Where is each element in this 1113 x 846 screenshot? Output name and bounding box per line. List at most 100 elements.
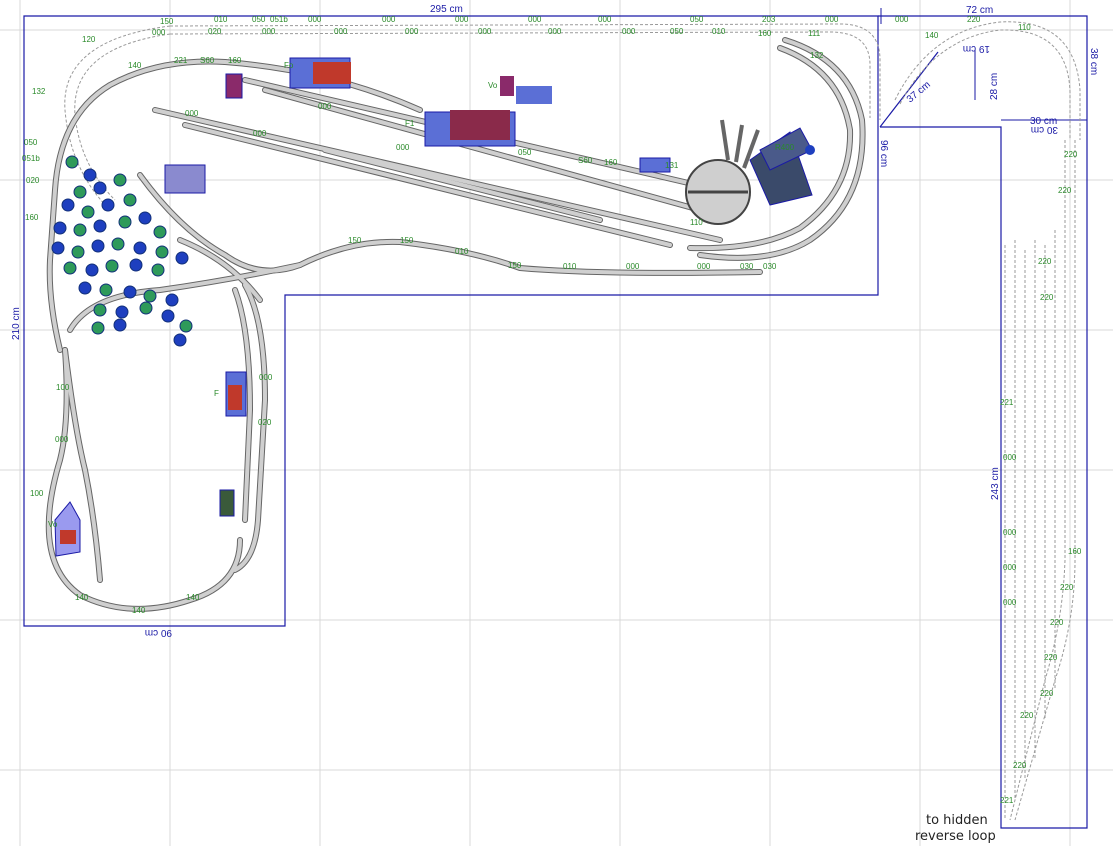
- roundhouse: [749, 127, 815, 206]
- tree-icon: [83, 168, 97, 182]
- dim-shelf-length: 243 cm: [990, 467, 1001, 500]
- track-code-label: 010: [712, 27, 726, 36]
- track-code-label: 050: [24, 138, 38, 147]
- track-code-label: 000: [1003, 453, 1017, 462]
- track-code-label: 220: [1064, 150, 1078, 159]
- tree-icon: [91, 321, 105, 335]
- track-code-label: 050: [518, 148, 532, 157]
- track-code-label: 000: [1003, 563, 1017, 572]
- dim-right-top-width: 72 cm: [966, 5, 993, 16]
- track-code-label: 150: [348, 236, 362, 245]
- tree-icon: [133, 241, 147, 255]
- track-code-label: 220: [1044, 653, 1058, 662]
- tree-icon: [138, 211, 152, 225]
- track-code-label: 132: [810, 51, 824, 60]
- dim-shelf-width-mirror: 30 cm: [1031, 124, 1058, 135]
- track-code-label: 000: [548, 27, 562, 36]
- tree-icon: [113, 173, 127, 187]
- track-code-label: 150: [400, 236, 414, 245]
- track-code-label: 000: [455, 15, 469, 24]
- track-code-label: 000: [259, 373, 273, 382]
- dim-left-height: 210 cm: [11, 307, 22, 340]
- track-code-label: 000: [895, 15, 909, 24]
- building-label: Vo: [48, 520, 58, 529]
- track-code-label: 160: [1068, 547, 1082, 556]
- track-code-label: 050: [690, 15, 704, 24]
- track-code-label: 220: [1038, 257, 1052, 266]
- turntable-label: R400: [775, 143, 795, 152]
- layout-canvas: 150 010 050 051b 000 000 000 000 000 050 203 000 000…: [0, 0, 1113, 846]
- track-code-label: 000: [622, 27, 636, 36]
- tree-icon: [71, 245, 85, 259]
- tree-icon: [81, 205, 95, 219]
- tree-icon: [101, 198, 115, 212]
- track-code-label: 160: [758, 29, 772, 38]
- track-code-label: 160: [25, 213, 39, 222]
- track-code-label: 000: [396, 143, 410, 152]
- tree-icon: [91, 239, 105, 253]
- track-code-label: S60: [578, 156, 593, 165]
- track-code-label: 020: [208, 27, 222, 36]
- track-code-label: 111: [808, 29, 821, 38]
- tree-icon: [155, 245, 169, 259]
- dim-connector-short: 19 cm: [963, 43, 990, 54]
- tree-icon: [73, 185, 87, 199]
- track-code-label: 000: [308, 15, 322, 24]
- tree-icon: [153, 225, 167, 239]
- track-code-label: 020: [258, 418, 272, 427]
- tree-icon: [99, 283, 113, 297]
- track-code-label: 220: [1040, 293, 1054, 302]
- tree-icon: [165, 293, 179, 307]
- baseboard-outline: [23, 15, 1088, 829]
- tree-icon: [139, 301, 153, 315]
- tree-icon: [173, 333, 187, 347]
- track-code-label: 020: [26, 176, 40, 185]
- tree-icon: [85, 263, 99, 277]
- tree-icon: [151, 263, 165, 277]
- dim-bottom-left-width: 90 cm: [145, 627, 172, 638]
- track-code-label: 000: [55, 435, 69, 444]
- tree-icon: [51, 241, 65, 255]
- tree-icon: [179, 319, 193, 333]
- tree-icon: [123, 193, 137, 207]
- track-code-label: 030: [740, 262, 754, 271]
- track-code-label: 140: [128, 61, 142, 70]
- track-code-label: 000: [405, 27, 419, 36]
- track-code-label: 010: [455, 247, 469, 256]
- tree-icon: [53, 221, 67, 235]
- track-code-label: 220: [1058, 186, 1072, 195]
- building-label: Vo: [488, 81, 498, 90]
- hidden-tracks: [64, 21, 1081, 821]
- track-code-label: 000: [528, 15, 542, 24]
- track-code-label: 000: [478, 27, 492, 36]
- track-code-label: S60: [200, 56, 215, 65]
- tree-icon: [175, 251, 189, 265]
- track-code-label: 220: [1060, 583, 1074, 592]
- tree-icon: [143, 289, 157, 303]
- track-code-label: 140: [925, 31, 939, 40]
- tree-icon: [129, 258, 143, 272]
- track-code-label: 000: [152, 28, 166, 37]
- track-code-label: 160: [604, 158, 618, 167]
- track-code-label: 000: [262, 27, 276, 36]
- dim-connector-angle: 37 cm: [905, 79, 933, 105]
- track-code-label: 100: [30, 489, 44, 498]
- track-code-label: 000: [626, 262, 640, 271]
- track-code-labels: 150 010 050 051b 000 000 000 000 000 050 203 000 000…: [22, 15, 1082, 805]
- track-code-label: 220: [1020, 711, 1034, 720]
- track-code-label: 140: [186, 593, 200, 602]
- building-label: Fo: [284, 61, 294, 70]
- turntable: [685, 119, 760, 225]
- track-code-label: 150: [508, 261, 522, 270]
- track-code-label: 203: [762, 15, 776, 24]
- track-code-label: 000: [598, 15, 612, 24]
- track-code-label: 000: [697, 262, 711, 271]
- tree-icon: [61, 198, 75, 212]
- track-code-label: 220: [1050, 618, 1064, 627]
- track-code-label: 000: [825, 15, 839, 24]
- dim-right-height: 38 cm: [1088, 48, 1099, 75]
- track-code-label: 051b: [270, 15, 288, 24]
- track-code-label: 220: [967, 15, 981, 24]
- tree-icon: [78, 281, 92, 295]
- tree-icon: [123, 285, 137, 299]
